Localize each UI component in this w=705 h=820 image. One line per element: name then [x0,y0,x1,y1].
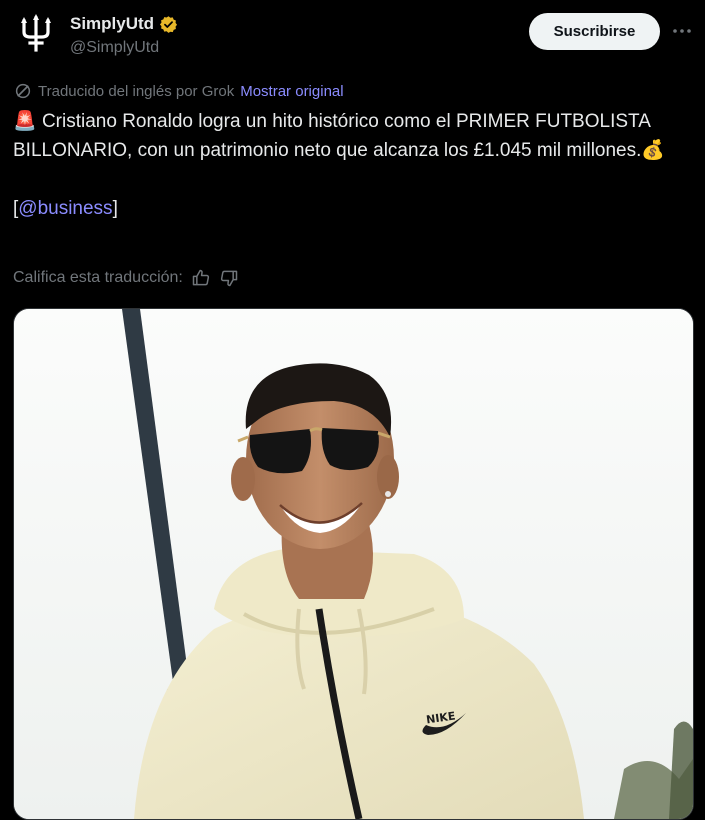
thumbs-down-icon[interactable] [219,268,239,288]
avatar[interactable] [14,12,58,56]
subscribe-button[interactable]: Suscribirse [529,13,660,50]
author-name-row[interactable]: SimplyUtd [70,14,178,34]
translation-note: Traducido del inglés por Grok [38,82,235,100]
bracket-close: ] [112,198,118,219]
author-display-name[interactable]: SimplyUtd [70,14,154,34]
thumbs-up-icon[interactable] [191,268,211,288]
post-header: SimplyUtd @SimplyUtd Suscribirse [0,0,705,72]
trident-logo-icon [21,14,51,52]
mention-link[interactable]: @business [18,198,112,219]
post-text: 🚨 Cristiano Ronaldo logra un hito histór… [13,107,683,223]
more-options-icon[interactable] [670,19,694,43]
author-handle[interactable]: @SimplyUtd [70,39,159,57]
siren-emoji: 🚨 [13,111,37,132]
verified-badge-icon [160,15,178,33]
money-bag-emoji: 💰 [641,140,666,161]
show-original-link[interactable]: Mostrar original [240,83,343,100]
rate-translation-row: Califica esta traducción: [13,268,239,288]
post-image[interactable]: NIKE [13,308,694,820]
photo-smiling-man-sunglasses: NIKE [14,309,693,819]
grok-icon [15,83,31,99]
post-body: Cristiano Ronaldo logra un hito históric… [13,111,656,161]
translation-notice: Traducido del inglés por Grok Mostrar or… [14,82,344,100]
rate-translation-label: Califica esta traducción: [13,269,183,286]
